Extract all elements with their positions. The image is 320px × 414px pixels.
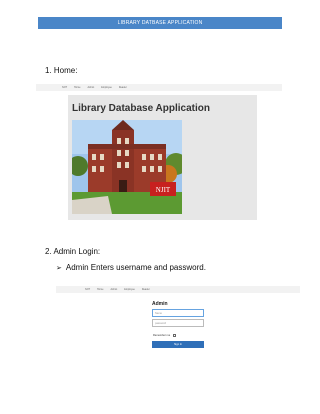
nav-admin[interactable]: Admin [110,288,117,291]
password-placeholder: password [155,321,167,325]
bullet-item: ➢ Admin Enters username and password. [56,263,206,272]
nav-employee[interactable]: Employee [124,288,135,291]
campus-image: NJIT [72,120,182,214]
login-navbar: NJIT Home Admin Employee Reader [56,286,300,293]
nav-brand[interactable]: NJIT [62,86,67,89]
njit-sign-text: NJIT [156,186,171,194]
sign-in-button[interactable]: Sign In [152,341,204,348]
nav-employee[interactable]: Employee [101,86,112,89]
nav-reader[interactable]: Reader [142,288,150,291]
hero-title: Library Database Application [72,103,210,114]
password-field[interactable]: password [152,319,204,327]
nav-reader[interactable]: Reader [119,86,127,89]
nav-home[interactable]: Home [74,86,80,89]
bullet-text: Admin Enters username and password. [65,263,206,272]
section-home-heading: 1. Home: [45,66,78,75]
home-navbar: NJIT Home Admin Employee Reader [36,84,282,91]
arrow-bullet-icon: ➢ [56,264,62,272]
nav-home[interactable]: Home [97,288,103,291]
home-hero: Library Database Application NJIT [68,95,257,220]
section-admin-heading: 2. Admin Login: [45,247,101,256]
remember-label: Remember me [153,334,171,337]
sign-in-label: Sign In [173,343,183,346]
username-field[interactable]: Name [152,309,204,317]
username-placeholder: Name [155,311,162,315]
nav-brand[interactable]: NJIT [85,288,90,291]
document-title-bar: LIBRARY DATBASE APPLICATION [38,17,282,29]
document-title: LIBRARY DATBASE APPLICATION [117,20,203,26]
remember-checkbox[interactable] [173,334,177,337]
login-title: Admin [152,301,168,307]
nav-admin[interactable]: Admin [87,86,94,89]
remember-me[interactable]: Remember me [153,334,177,337]
